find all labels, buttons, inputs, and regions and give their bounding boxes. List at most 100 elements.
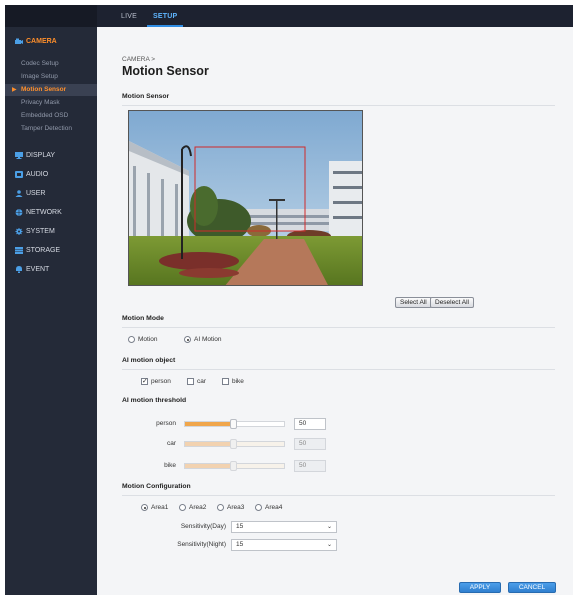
sidebar-item-display[interactable]: DISPLAY [5,148,97,162]
threshold-label-person: person [156,420,176,427]
section-title-motion-mode: Motion Mode [122,315,164,322]
tab-live[interactable]: LIVE [121,5,137,27]
page-title: Motion Sensor [122,64,209,78]
radio-button [179,504,186,511]
chevron-down-icon: ⌄ [326,542,332,548]
camera-preview[interactable] [128,110,363,286]
slider-fill [185,464,232,468]
radio-area1[interactable]: Area1 [141,504,168,511]
threshold-slider-bike [184,461,285,471]
threshold-slider-person[interactable] [184,419,285,429]
checkbox-checked: ✓ [141,378,148,385]
gear-icon [15,227,23,235]
sidebar-item-system[interactable]: SYSTEM [5,224,97,238]
section-title-ai-motion-object: AI motion object [122,357,176,364]
sidebar-item-network[interactable]: NETWORK [5,205,97,219]
slider-thumb [229,439,237,449]
threshold-input-bike: 50 [294,460,326,472]
radio-area3[interactable]: Area3 [217,504,244,511]
radio-motion[interactable]: Motion [128,336,158,343]
threshold-input-person[interactable]: 50 [294,418,326,430]
radio-label: Motion [138,336,158,343]
divider [122,105,555,106]
tab-setup[interactable]: SETUP [146,5,184,27]
sidebar-item-event[interactable]: EVENT [5,262,97,276]
camera-icon [15,38,23,45]
threshold-label-bike: bike [164,462,176,469]
user-icon [15,189,23,197]
checkbox-car[interactable]: car [187,378,206,385]
sidebar-item-storage[interactable]: STORAGE [5,243,97,257]
radio-button-selected [184,336,191,343]
arrow-right-icon: ▶ [12,87,17,93]
top-bar: LIVE SETUP [5,5,573,27]
checkbox-bike[interactable]: bike [222,378,244,385]
radio-button [255,504,262,511]
radio-button [217,504,224,511]
sidebar-item-image-setup[interactable]: Image Setup [5,71,97,83]
sensitivity-night-label: Sensitivity(Night) [177,541,226,548]
divider [122,327,555,328]
sidebar-item-label: AUDIO [26,170,49,178]
cancel-button[interactable]: CANCEL [508,582,556,593]
radio-label: Area4 [265,504,283,511]
threshold-label-car: car [166,440,176,447]
select-all-button[interactable]: Select All [395,297,432,308]
checkbox-unchecked [222,378,229,385]
sidebar-item-label: EVENT [26,265,50,273]
radio-area4[interactable]: Area4 [255,504,282,511]
checkbox-label: car [197,378,207,385]
threshold-slider-car [184,439,285,449]
event-icon [15,265,23,273]
sidebar-item-label: NETWORK [26,208,62,216]
sidebar-item-privacy-mask[interactable]: Privacy Mask [5,97,97,109]
sensitivity-day-label: Sensitivity(Day) [180,523,226,530]
radio-label: Area3 [227,504,245,511]
app-window: LIVE SETUP CAMERA Codec Setup Image Setu… [5,5,573,595]
select-value: 15 [236,523,244,530]
divider [122,369,555,370]
checkbox-person[interactable]: ✓ person [141,378,171,385]
sidebar-item-motion-sensor[interactable]: ▶ Motion Sensor [5,84,97,96]
section-title-ai-motion-threshold: AI motion threshold [122,397,187,404]
threshold-input-car: 50 [294,438,326,450]
sidebar-item-label: DISPLAY [26,151,56,159]
logo-area [5,5,97,27]
chevron-down-icon: ⌄ [326,524,332,530]
divider [122,495,555,496]
display-icon [15,151,23,159]
radio-label: AI Motion [194,336,222,343]
apply-button[interactable]: APPLY [459,582,501,593]
sidebar-item-label: SYSTEM [26,227,55,235]
breadcrumb: CAMERA > [122,56,156,63]
slider-fill [185,442,232,446]
sidebar-item-camera[interactable]: CAMERA [5,34,97,48]
sidebar-item-tamper-detection[interactable]: Tamper Detection [5,123,97,135]
section-title-motion-sensor: Motion Sensor [122,93,170,100]
storage-icon [15,246,23,254]
slider-thumb[interactable] [229,419,237,429]
sidebar-item-user[interactable]: USER [5,186,97,200]
radio-label: Area2 [189,504,207,511]
radio-ai-motion[interactable]: AI Motion [184,336,221,343]
deselect-all-button[interactable]: Deselect All [430,297,474,308]
sidebar-item-embedded-osd[interactable]: Embedded OSD [5,110,97,122]
sidebar-item-codec-setup[interactable]: Codec Setup [5,58,97,70]
radio-area2[interactable]: Area2 [179,504,206,511]
sidebar-item-audio[interactable]: AUDIO [5,167,97,181]
main-content: CAMERA > Motion Sensor Motion Sensor Sel… [97,27,573,595]
select-value: 15 [236,541,244,548]
sidebar-item-label: USER [26,189,46,197]
sidebar-item-label: Motion Sensor [21,86,67,93]
sensitivity-night-select[interactable]: 15 ⌄ [231,539,337,551]
checkbox-label: person [151,378,171,385]
slider-thumb [229,461,237,471]
radio-button [128,336,135,343]
radio-label: Area1 [151,504,169,511]
checkbox-unchecked [187,378,194,385]
slider-fill [185,422,232,426]
checkbox-label: bike [232,378,244,385]
sensitivity-day-select[interactable]: 15 ⌄ [231,521,337,533]
sidebar: CAMERA Codec Setup Image Setup ▶ Motion … [5,27,97,595]
section-title-motion-configuration: Motion Configuration [122,483,191,490]
